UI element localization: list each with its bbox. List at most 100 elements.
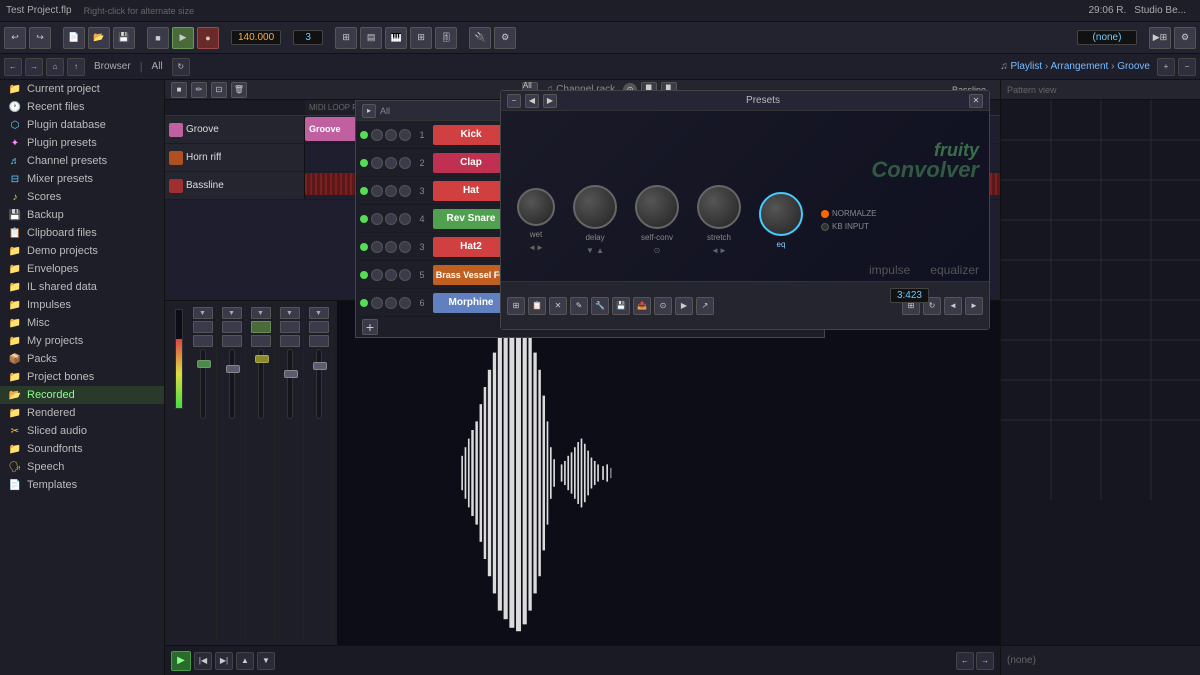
conv-tb-8[interactable]: ⊙ bbox=[654, 297, 672, 315]
cr-knob2[interactable] bbox=[385, 185, 397, 197]
zoom-in-button[interactable]: + bbox=[1157, 58, 1175, 76]
sidebar-item-channel-presets[interactable]: ♬ Channel presets bbox=[0, 152, 164, 170]
playlist-button[interactable]: ▤ bbox=[360, 27, 382, 49]
cr-knob1[interactable] bbox=[371, 269, 383, 281]
sidebar-item-misc[interactable]: 📁 Misc bbox=[0, 314, 164, 332]
back-button[interactable]: ← bbox=[4, 58, 22, 76]
ch-btn-3[interactable] bbox=[193, 335, 213, 347]
piano-roll-button[interactable]: 🎹 bbox=[385, 27, 407, 49]
stop-button[interactable]: ■ bbox=[147, 27, 169, 49]
eq-knob[interactable] bbox=[759, 192, 803, 236]
zoom-out-button[interactable]: − bbox=[1178, 58, 1196, 76]
sidebar-item-recorded[interactable]: 📂 Recorded bbox=[0, 386, 164, 404]
conv-tb-3[interactable]: ✕ bbox=[549, 297, 567, 315]
cr-knob2[interactable] bbox=[385, 269, 397, 281]
fader-handle-1[interactable] bbox=[197, 360, 211, 368]
new-button[interactable]: 📄 bbox=[63, 27, 85, 49]
select-button[interactable]: ⊡ bbox=[211, 82, 227, 98]
undo-button[interactable]: ↩ bbox=[4, 27, 26, 49]
ch-btn-15[interactable] bbox=[309, 335, 329, 347]
cr-knob1[interactable] bbox=[371, 185, 383, 197]
cr-led[interactable] bbox=[360, 131, 368, 139]
sidebar-item-mixer-presets[interactable]: ⊟ Mixer presets bbox=[0, 170, 164, 188]
cr-led[interactable] bbox=[360, 271, 368, 279]
cr-knob3[interactable] bbox=[399, 241, 411, 253]
sidebar-item-speech[interactable]: 🗣 Speech bbox=[0, 458, 164, 476]
track-color-bassline[interactable] bbox=[169, 179, 183, 193]
cr-knob3[interactable] bbox=[399, 213, 411, 225]
cr-knob3[interactable] bbox=[399, 129, 411, 141]
sidebar-item-plugin-presets[interactable]: ✦ Plugin presets bbox=[0, 134, 164, 152]
nav-fwd[interactable]: → bbox=[976, 652, 994, 670]
sidebar-item-plugin-database[interactable]: ⬡ Plugin database bbox=[0, 116, 164, 134]
redo-button[interactable]: ↪ bbox=[29, 27, 51, 49]
conv-tb-5[interactable]: 🔧 bbox=[591, 297, 609, 315]
cr-knob2[interactable] bbox=[385, 297, 397, 309]
conv-tb-1[interactable]: ⊞ bbox=[507, 297, 525, 315]
conv-minimize[interactable]: − bbox=[507, 94, 521, 108]
ch-btn-4[interactable]: ▼ bbox=[222, 307, 242, 319]
cr-knob3[interactable] bbox=[399, 297, 411, 309]
export-button[interactable]: ▶⊞ bbox=[1149, 27, 1171, 49]
home-button[interactable]: ⌂ bbox=[46, 58, 64, 76]
self-conv-knob[interactable] bbox=[635, 185, 679, 229]
all-tab[interactable]: All bbox=[146, 61, 169, 72]
track-color-horn[interactable] bbox=[169, 151, 183, 165]
ch-btn-2[interactable] bbox=[193, 321, 213, 333]
forward-button[interactable]: → bbox=[25, 58, 43, 76]
cr-name-hat[interactable]: Hat bbox=[433, 181, 509, 201]
sidebar-item-backup[interactable]: 💾 Backup bbox=[0, 206, 164, 224]
ch-btn-7[interactable]: ▼ bbox=[251, 307, 271, 319]
conv-tb-10[interactable]: ↗ bbox=[696, 297, 714, 315]
cr-knob3[interactable] bbox=[399, 269, 411, 281]
options-button[interactable]: ⚙ bbox=[494, 27, 516, 49]
open-button[interactable]: 📂 bbox=[88, 27, 110, 49]
cr-knob1[interactable] bbox=[371, 129, 383, 141]
ch-btn-14[interactable] bbox=[309, 321, 329, 333]
cr-knob1[interactable] bbox=[371, 297, 383, 309]
up-arrow[interactable]: ▲ bbox=[236, 652, 254, 670]
ch-btn-5[interactable] bbox=[222, 321, 242, 333]
fader-handle-3[interactable] bbox=[255, 355, 269, 363]
ch-btn-1[interactable]: ▼ bbox=[193, 307, 213, 319]
cr-name-hat2[interactable]: Hat2 bbox=[433, 237, 509, 257]
cr-knob3[interactable] bbox=[399, 185, 411, 197]
sidebar-item-templates[interactable]: 📄 Templates bbox=[0, 476, 164, 494]
save-button[interactable]: 💾 bbox=[113, 27, 135, 49]
cr-name-clap[interactable]: Clap bbox=[433, 153, 509, 173]
sidebar-item-packs[interactable]: 📦 Packs bbox=[0, 350, 164, 368]
sidebar-item-il-shared[interactable]: 📁 IL shared data bbox=[0, 278, 164, 296]
mixer-button[interactable]: 🎚 bbox=[435, 27, 457, 49]
sidebar-item-my-projects[interactable]: 📁 My projects bbox=[0, 332, 164, 350]
ch-btn-13[interactable]: ▼ bbox=[309, 307, 329, 319]
plugins-button[interactable]: 🔌 bbox=[469, 27, 491, 49]
cr-led[interactable] bbox=[360, 187, 368, 195]
conv-tb-arr2[interactable]: ► bbox=[965, 297, 983, 315]
cr-knob1[interactable] bbox=[371, 213, 383, 225]
cr-knob1[interactable] bbox=[371, 157, 383, 169]
fader-handle-4[interactable] bbox=[284, 370, 298, 378]
playlist-toggle[interactable]: ■ bbox=[171, 82, 187, 98]
cr-knob3[interactable] bbox=[399, 157, 411, 169]
sidebar-item-sliced-audio[interactable]: ✂ Sliced audio bbox=[0, 422, 164, 440]
pattern-button[interactable]: ⊞ bbox=[335, 27, 357, 49]
conv-close[interactable]: ✕ bbox=[969, 94, 983, 108]
stretch-knob[interactable] bbox=[697, 185, 741, 229]
cr-knob2[interactable] bbox=[385, 129, 397, 141]
ch-btn-8[interactable] bbox=[251, 321, 271, 333]
sidebar-item-scores[interactable]: ♪ Scores bbox=[0, 188, 164, 206]
ch-btn-11[interactable] bbox=[280, 321, 300, 333]
cr-name-kick[interactable]: Kick bbox=[433, 125, 509, 145]
sidebar-item-current-project[interactable]: 📁 Current project bbox=[0, 80, 164, 98]
record-button[interactable]: ● bbox=[197, 27, 219, 49]
cr-led[interactable] bbox=[360, 243, 368, 251]
prev-btn[interactable]: |◀ bbox=[194, 652, 212, 670]
conv-tb-6[interactable]: 💾 bbox=[612, 297, 630, 315]
fader-handle-5[interactable] bbox=[313, 362, 327, 370]
conv-tb-4[interactable]: ✎ bbox=[570, 297, 588, 315]
kb-input-led[interactable] bbox=[821, 223, 829, 231]
settings-button[interactable]: ⚙ bbox=[1174, 27, 1196, 49]
conv-tb-2[interactable]: 📋 bbox=[528, 297, 546, 315]
cr-name-brass[interactable]: Brass Vessel FG bbox=[433, 265, 509, 285]
track-color-groove[interactable] bbox=[169, 123, 183, 137]
